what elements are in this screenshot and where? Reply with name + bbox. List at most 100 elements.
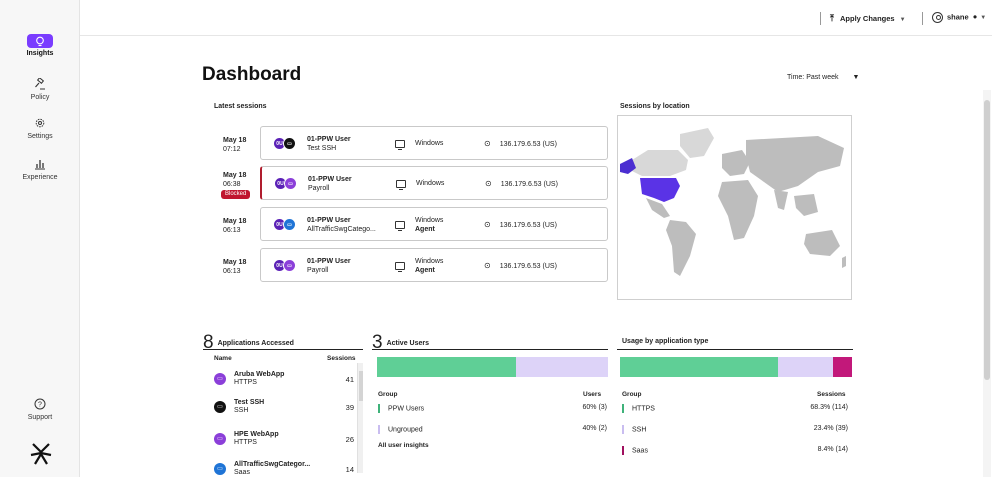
svg-text:?: ? <box>38 402 42 409</box>
chevron-down-icon: ▼ <box>980 15 987 22</box>
app-icon: ▭ <box>283 218 296 231</box>
legend-swatch <box>378 404 380 413</box>
map-region <box>794 194 818 216</box>
session-ip: 136.179.6.53 (US) <box>499 222 557 229</box>
app-row[interactable]: ▭ HPE WebApp HTTPS 26 <box>214 430 354 452</box>
nav-item-experience[interactable]: Experience <box>0 158 80 181</box>
col-group: Group <box>622 391 642 398</box>
page-title: Dashboard <box>202 64 302 85</box>
app-row[interactable]: ▭ Test SSH SSH 39 <box>214 398 354 420</box>
divider <box>372 349 608 350</box>
session-user-name: 01-PPW User <box>307 136 351 143</box>
app-name-label: Test SSH <box>234 399 265 406</box>
session-date: May 18 06:13 <box>223 258 246 276</box>
nav-label: Settings <box>27 133 53 140</box>
divider <box>820 12 821 25</box>
usage-title: Usage by application type <box>622 338 709 345</box>
nav-item-policy[interactable]: Policy <box>0 77 80 101</box>
session-os: Windows Agent <box>395 257 443 275</box>
map-region <box>718 180 758 240</box>
os-agent: Agent <box>415 267 435 274</box>
os-label: Windows Agent <box>415 216 443 234</box>
map-region <box>774 190 788 210</box>
session-user-name: 01-PPW User <box>307 217 351 224</box>
legend-swatch <box>378 425 380 434</box>
app-icon: ▭ <box>214 373 226 385</box>
group-name: Ungrouped <box>388 426 423 434</box>
session-time: 06:38 <box>223 181 241 188</box>
active-users-title-label: Active Users <box>386 340 429 347</box>
session-user-name: 01-PPW User <box>308 176 352 183</box>
session-time: 07:12 <box>223 146 241 153</box>
nav-item-settings[interactable]: Settings <box>0 117 80 140</box>
session-app-name: Payroll <box>307 267 329 274</box>
map-region <box>722 150 750 176</box>
bar-segment <box>377 357 516 377</box>
session-user-name: 01-PPW User <box>307 258 351 265</box>
active-users-bar <box>377 357 608 377</box>
page-scrollbar[interactable] <box>983 90 991 477</box>
gavel-icon <box>31 77 49 92</box>
chevron-down-icon: ▼ <box>852 74 860 81</box>
os-name: Windows <box>415 258 444 265</box>
nav-item-support[interactable]: ? Support <box>0 398 80 421</box>
apps-scrollbar[interactable] <box>357 363 363 473</box>
bar-chart-icon <box>31 158 49 172</box>
location-pin-icon: ⊙ <box>484 139 491 148</box>
usage-bar <box>620 357 853 377</box>
nav-item-insights[interactable]: Insights <box>0 34 80 57</box>
session-time: 06:13 <box>223 268 241 275</box>
session-os: Windows <box>396 179 444 190</box>
lightbulb-icon <box>27 34 53 48</box>
scrollbar-thumb[interactable] <box>359 371 363 401</box>
app-row[interactable]: ▭ Aruba WebApp HTTPS 41 <box>214 370 354 392</box>
os-name: Windows <box>415 217 444 224</box>
map-region <box>842 256 846 268</box>
time-filter[interactable]: Time: Past week ▼ <box>787 74 859 81</box>
apply-changes-label: Apply Changes <box>839 14 895 23</box>
session-card[interactable]: 0U ▭ 01-PPW User Payroll Windows Agent ⊙ 136.17… <box>260 248 608 282</box>
app-icon: ▭ <box>284 177 297 190</box>
app-name: AllTrafficSwgCategor... Saas <box>234 461 310 477</box>
user-icon <box>932 12 943 23</box>
app-sessions: 41 <box>345 375 354 384</box>
session-card[interactable]: 0U ▭ 01-PPW User Payroll Windows ⊙ 136.179.6.5… <box>260 166 608 200</box>
location-pin-icon: ⊙ <box>484 261 491 270</box>
group-value: 8.4% (14) <box>817 446 848 453</box>
app-name: HPE WebApp HTTPS <box>234 431 279 447</box>
nav-label: Insights <box>26 50 54 57</box>
apply-changes-button[interactable]: ⤒ Apply Changes ▼ <box>830 13 906 24</box>
col-users: Users <box>583 391 602 398</box>
brand-logo <box>30 443 52 465</box>
app-icon: ▭ <box>283 137 296 150</box>
group-name: PPW Users <box>388 405 425 413</box>
divider <box>617 349 853 350</box>
blocked-badge: Blocked <box>221 190 251 199</box>
app-sessions: 39 <box>345 403 354 412</box>
group-name: Saas <box>632 447 648 455</box>
all-user-insights-link[interactable]: All user insights <box>378 442 429 449</box>
help-circle-icon: ? <box>31 398 49 412</box>
group-label: Ungrouped <box>378 425 423 434</box>
legend-swatch <box>622 446 624 455</box>
user-menu[interactable]: shane ● ▼ <box>932 12 986 23</box>
location-pin-icon: ⊙ <box>484 220 491 229</box>
session-card[interactable]: 0U ▭ 01-PPW User AllTrafficSwgCatego... Wind… <box>260 207 608 241</box>
upload-icon: ⤒ <box>830 13 834 23</box>
app-protocol: SSH <box>234 407 249 414</box>
session-date: May 18 06:13 <box>223 217 246 235</box>
session-day: May 18 <box>223 172 247 179</box>
app-icon: ▭ <box>214 463 226 475</box>
app-row[interactable]: ▭ AllTrafficSwgCategor... Saas 14 <box>214 460 354 477</box>
map-region <box>680 128 714 158</box>
app-icon: ▭ <box>214 433 226 445</box>
session-card[interactable]: 0U ▭ 01-PPW User Test SSH Windows ⊙ 136.179.6.… <box>260 126 608 160</box>
bar-segment <box>515 357 608 377</box>
os-label: Windows <box>416 179 444 188</box>
col-group: Group <box>378 391 398 398</box>
group-name: SSH <box>632 426 647 434</box>
world-map[interactable] <box>617 115 852 300</box>
os-name: Windows <box>416 180 445 187</box>
session-ip: 136.179.6.53 (US) <box>500 181 558 188</box>
scrollbar-thumb[interactable] <box>984 100 990 380</box>
